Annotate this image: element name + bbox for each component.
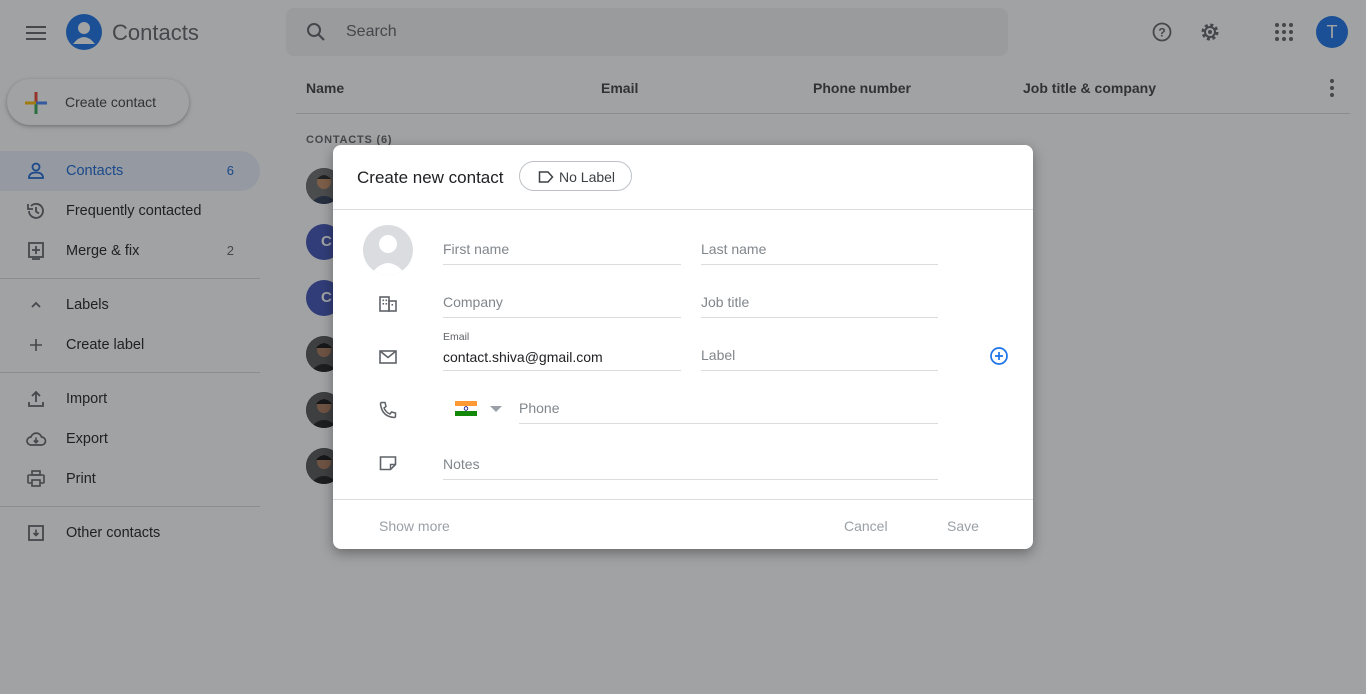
last-name-placeholder: Last name	[701, 241, 767, 257]
dialog-title: Create new contact	[357, 168, 504, 187]
label-chip-button[interactable]: No Label	[519, 161, 632, 191]
country-dropdown-caret-icon[interactable]	[490, 406, 502, 412]
notes-field[interactable]: Notes	[443, 446, 938, 480]
last-name-field[interactable]: Last name	[701, 231, 938, 265]
india-flag-icon[interactable]	[455, 401, 477, 416]
show-more-button[interactable]: Show more	[379, 518, 450, 534]
job-title-field[interactable]: Job title	[701, 284, 938, 318]
phone-icon	[377, 399, 399, 421]
email-label-placeholder: Label	[701, 347, 736, 363]
email-label-field[interactable]: Label	[701, 337, 938, 371]
first-name-field[interactable]: First name	[443, 231, 681, 265]
create-contact-dialog: Create new contact No Label First name L…	[333, 145, 1033, 549]
email-envelope-icon	[377, 346, 399, 368]
label-chip-text: No Label	[559, 169, 616, 185]
dialog-header-divider	[333, 209, 1033, 210]
company-building-icon	[377, 293, 399, 315]
contact-photo-placeholder[interactable]	[363, 225, 413, 275]
company-field[interactable]: Company	[443, 284, 681, 318]
notes-placeholder: Notes	[443, 456, 480, 472]
phone-field[interactable]: Phone	[519, 390, 938, 424]
email-field-label: Email	[443, 331, 470, 343]
label-outline-icon	[538, 170, 554, 184]
email-value: contact.shiva@gmail.com	[443, 349, 603, 365]
first-name-placeholder: First name	[443, 241, 510, 257]
person-silhouette-icon	[370, 235, 406, 275]
job-title-placeholder: Job title	[701, 294, 750, 310]
save-button[interactable]: Save	[947, 518, 979, 534]
add-circle-icon[interactable]	[989, 346, 1009, 366]
cancel-button[interactable]: Cancel	[844, 518, 888, 534]
company-placeholder: Company	[443, 294, 503, 310]
email-field[interactable]: Email contact.shiva@gmail.com	[443, 331, 681, 371]
dialog-footer-divider	[333, 499, 1033, 500]
notes-icon	[377, 452, 399, 474]
phone-placeholder: Phone	[519, 400, 560, 416]
